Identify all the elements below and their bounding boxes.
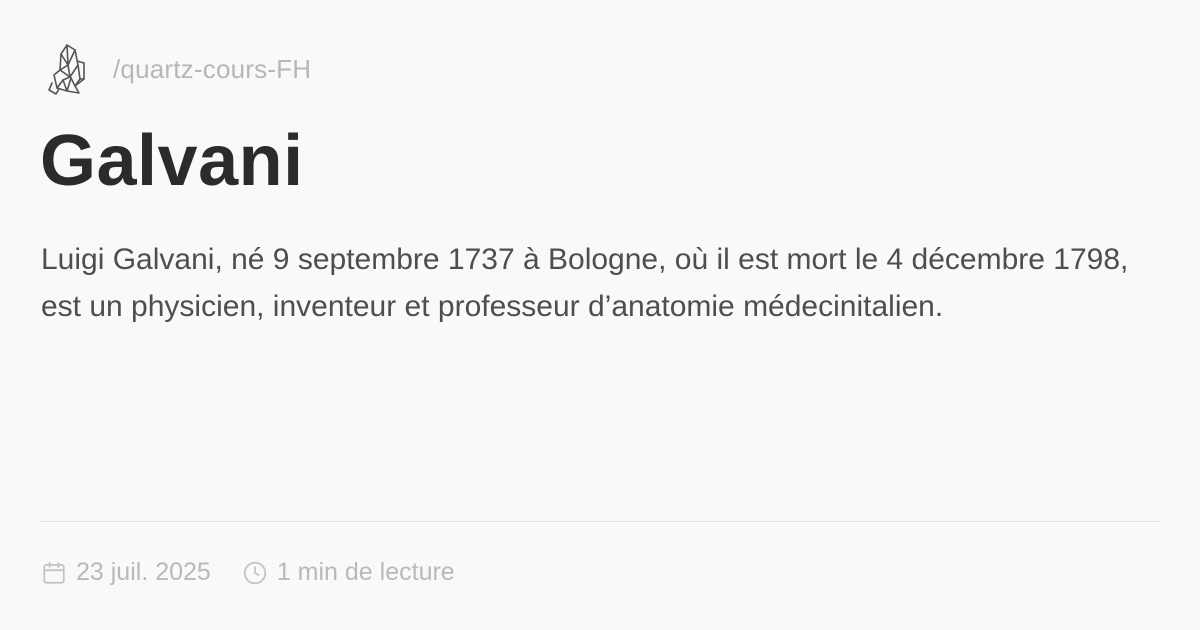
publish-date: 23 juil. 2025 <box>41 558 211 587</box>
page-description: Luigi Galvani, né 9 septembre 1737 à Bol… <box>41 243 1129 323</box>
reading-time: 1 min de lecture <box>242 558 455 587</box>
reading-time-text: 1 min de lecture <box>276 558 455 586</box>
site-header: /quartz-cours-FH <box>47 42 311 96</box>
crystal-icon <box>48 44 85 95</box>
publish-date-text: 23 juil. 2025 <box>76 558 211 586</box>
site-path-link[interactable]: /quartz-cours-FH <box>113 54 311 85</box>
page-meta: 23 juil. 2025 1 min de lecture <box>41 558 455 587</box>
clock-icon <box>243 561 266 584</box>
divider <box>40 521 1160 522</box>
page-title: Galvani <box>40 121 304 201</box>
calendar-icon <box>43 561 65 584</box>
